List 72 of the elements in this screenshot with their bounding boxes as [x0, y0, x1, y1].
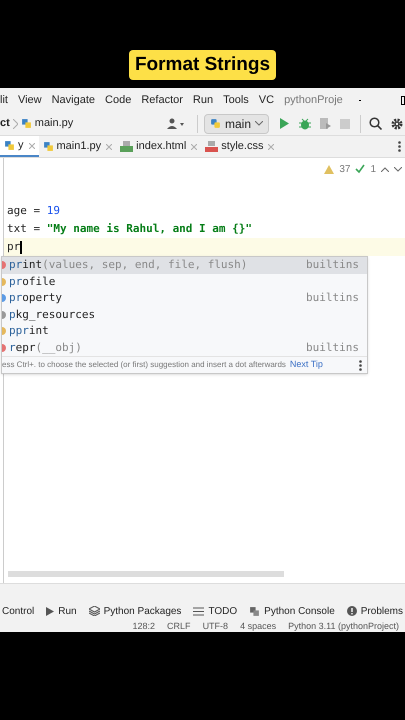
run-configuration-dropdown[interactable]: main [204, 114, 269, 134]
warning-count[interactable]: 37 [339, 162, 350, 176]
search-icon[interactable] [369, 117, 382, 130]
warning-icon [324, 164, 334, 174]
project-name[interactable]: pythonProje [284, 92, 343, 108]
tool-window-button[interactable]: Python Packages [88, 604, 182, 618]
editor-tab[interactable]: style.css [201, 136, 278, 157]
weak-warning-count[interactable]: 1 [370, 162, 376, 176]
settings-icon[interactable] [391, 118, 403, 130]
run-icon[interactable] [279, 118, 289, 129]
file-icon [205, 141, 218, 152]
item-source: builtins [306, 340, 359, 356]
menu-item[interactable]: Navigate [52, 92, 96, 108]
breadcrumb-project[interactable]: ct [0, 115, 10, 132]
editor-tab[interactable]: main1.py [38, 136, 116, 157]
completion-item[interactable]: profile [2, 274, 367, 290]
code-text: txt = [7, 220, 40, 237]
string-literal: "My name is Rahul, and I am {}" [46, 220, 252, 237]
tool-window-button[interactable]: Python Console [249, 604, 335, 618]
status-item[interactable]: 4 spaces [240, 622, 276, 631]
editor-tab[interactable]: index.html [116, 136, 202, 157]
completion-item[interactable]: pprint [2, 323, 367, 340]
caret-icon [255, 121, 263, 126]
user-icon[interactable] [166, 118, 187, 130]
next-tip-link[interactable]: Next Tip [290, 358, 323, 372]
completion-item[interactable]: pkg_resources [2, 306, 367, 323]
tool-window-button[interactable]: Run [46, 604, 77, 618]
menu-item[interactable]: Run [192, 92, 214, 108]
tool-window-button[interactable]: TODO [193, 604, 238, 618]
bug-icon[interactable] [299, 118, 311, 130]
video-title: Format Strings [128, 50, 276, 80]
code-text: pr [7, 238, 20, 255]
completion-item[interactable]: repr(__obj) builtins [2, 340, 367, 356]
file-icon [120, 141, 134, 152]
run-icon [46, 606, 54, 616]
menu-item[interactable]: View [18, 92, 42, 108]
item-source: builtins [306, 290, 359, 306]
tool-window-button[interactable]: Problems [346, 604, 404, 618]
status-item[interactable]: UTF-8 [202, 622, 228, 631]
menu-item[interactable]: Refactor [141, 92, 183, 108]
completion-item[interactable]: property builtins [2, 290, 367, 306]
hint-text: ess Ctrl+. to choose the selected (or first) suggestion and insert a dot afterwards [2, 359, 286, 371]
console-icon [249, 606, 260, 616]
python-icon [210, 118, 221, 129]
status-item[interactable]: 128:2 [132, 622, 156, 631]
text-cursor [20, 240, 22, 254]
check-icon [355, 164, 366, 174]
maximize-icon[interactable] [401, 96, 405, 104]
tool-window-button[interactable]: Control [2, 604, 34, 618]
status-item[interactable]: CRLF [167, 622, 191, 631]
status-item[interactable]: Python 3.11 (pythonProject) [288, 622, 399, 631]
problems-icon [346, 606, 357, 616]
code-text: age = [7, 202, 40, 219]
number-literal: 19 [46, 202, 60, 219]
menu-item[interactable]: Code [105, 92, 132, 108]
menu-item[interactable]: Tools [223, 92, 249, 108]
item-source: builtins [306, 257, 359, 273]
completion-item[interactable]: print(values, sep, end, file, flush) builtins [2, 257, 367, 274]
more-icon[interactable] [398, 141, 401, 152]
menu-item[interactable]: VC [258, 92, 274, 108]
breadcrumb-separator-icon [12, 118, 18, 128]
python-file-icon [20, 118, 32, 129]
horizontal-scrollbar[interactable] [8, 571, 284, 577]
file-icon [42, 141, 54, 152]
breadcrumb-file[interactable]: main.py [34, 115, 74, 132]
menu-item[interactable]: lit [0, 92, 8, 108]
coverage-icon[interactable] [320, 118, 331, 130]
more-icon[interactable] [359, 360, 362, 370]
file-icon [4, 140, 15, 151]
packages-icon [88, 606, 100, 616]
todo-icon [193, 606, 204, 616]
editor-tab[interactable]: y [0, 136, 38, 157]
